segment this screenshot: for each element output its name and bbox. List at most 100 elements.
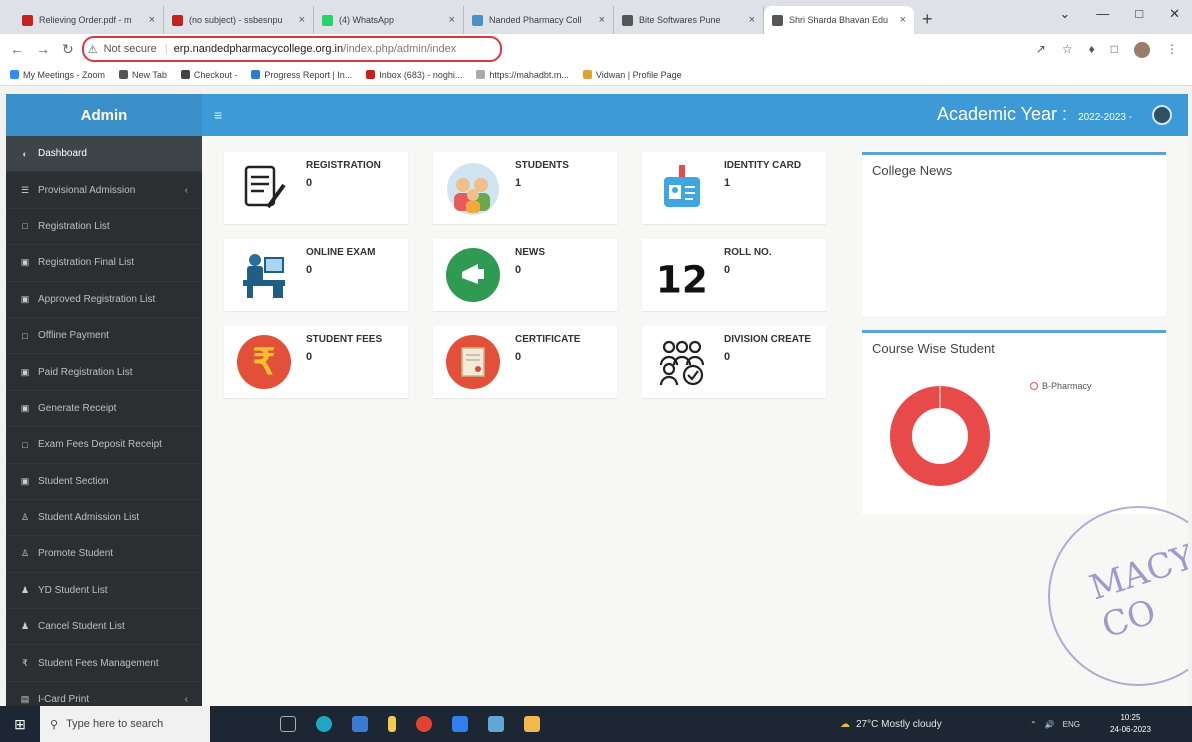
bookmark-favicon-icon (582, 70, 592, 79)
identity-card-icon (654, 160, 710, 216)
dashboard-tile[interactable]: 123 ROLL NO. 0 (642, 239, 826, 311)
tab-favicon-icon (322, 14, 333, 26)
bookmark-label: Progress Report | In... (264, 69, 353, 80)
browser-tab[interactable]: Nanded Pharmacy Coll × (464, 6, 614, 34)
menu-kebab-icon[interactable]: ⋮ (1166, 42, 1178, 58)
dashboard-tile[interactable]: NEWS 0 (433, 239, 617, 311)
user-avatar[interactable] (1152, 105, 1172, 125)
donut-slice[interactable] (890, 386, 990, 486)
dashboard-tile[interactable]: IDENTITY CARD 1 (642, 152, 826, 224)
tab-label: Nanded Pharmacy Coll (489, 15, 582, 25)
sidebar-item-icon: □ (22, 439, 28, 450)
sidebar-item[interactable]: ◐ Dashboard (6, 136, 202, 173)
edge-icon[interactable] (316, 716, 332, 732)
sidebar-item-icon: ♟ (20, 621, 30, 632)
bookmark-item[interactable]: Inbox (683) - noghi... (366, 70, 462, 80)
certificate-icon (445, 334, 501, 390)
close-window-button[interactable]: ✕ (1169, 6, 1180, 22)
volume-icon[interactable]: 🔊 (1045, 720, 1055, 729)
sidebar-item[interactable]: ▣ Paid Registration List (6, 354, 202, 391)
chevron-left-icon: ‹ (184, 694, 188, 706)
sidebar-item[interactable]: ▣ Generate Receipt (6, 391, 202, 428)
dashboard-tile[interactable]: ONLINE EXAM 0 (224, 239, 408, 311)
bookmark-item[interactable]: Progress Report | In... (251, 70, 352, 80)
share-icon[interactable]: ↗ (1036, 42, 1046, 58)
maximize-button[interactable]: □ (1135, 6, 1143, 22)
course-donut-chart (890, 386, 990, 486)
bookmark-item[interactable]: My Meetings - Zoom (10, 70, 105, 80)
tab-label: Bite Softwares Pune (639, 15, 721, 25)
reload-button[interactable]: ↻ (62, 41, 74, 58)
sidebar-item[interactable]: ♟ Cancel Student List (6, 609, 202, 646)
browser-tab[interactable]: Shri Sharda Bhavan Edu × (764, 6, 914, 34)
new-tab-button[interactable]: + (922, 9, 933, 30)
sidebar-item-label: YD Student List (38, 584, 108, 596)
language-indicator[interactable]: ENG (1063, 720, 1080, 729)
sidebar-item-label: Registration Final List (38, 257, 135, 269)
tile-title: ONLINE EXAM (306, 247, 376, 258)
file-explorer-icon[interactable] (524, 716, 540, 732)
profile-avatar[interactable] (1134, 42, 1150, 58)
bookmark-item[interactable]: New Tab (119, 70, 167, 80)
chrome-icon[interactable] (416, 716, 432, 732)
dashboard-tile[interactable]: REGISTRATION 0 (224, 152, 408, 224)
dashboard-tile[interactable]: STUDENTS 1 (433, 152, 617, 224)
extensions-icon[interactable]: ♦ (1089, 42, 1095, 58)
window-controls: ⌄ — □ ✕ (1059, 6, 1180, 22)
minimize-button[interactable]: — (1096, 6, 1109, 22)
sidebar-item[interactable]: ▣ Student Section (6, 464, 202, 500)
tab-close-icon[interactable]: × (896, 14, 906, 26)
tab-search-icon[interactable]: ⌄ (1059, 6, 1070, 22)
toolbar-actions: ↗ ☆ ♦ □ ⋮ (1036, 42, 1178, 58)
back-button[interactable]: ← (10, 41, 24, 57)
search-icon: ⚲ (50, 718, 59, 731)
sidebar-item-label: I-Card Print (38, 694, 90, 706)
bookmark-star-icon[interactable]: ☆ (1062, 42, 1073, 58)
app-icon[interactable] (388, 716, 396, 732)
bookmark-item[interactable]: https://mahadbt.m... (476, 70, 569, 80)
dashboard-tile[interactable]: CERTIFICATE 0 (433, 326, 617, 398)
sidebar-item[interactable]: ▤ I-Card Print ‹ (6, 682, 202, 706)
weather-widget[interactable]: ☁ 27°C Mostly cloudy (840, 706, 942, 742)
clock[interactable]: 10:25 24-06-2023 (1110, 712, 1151, 736)
browser-tab[interactable]: (no subject) - ssbesnpu × (164, 6, 314, 34)
tab-close-icon[interactable]: × (295, 14, 305, 26)
sidebar-item[interactable]: ☰ Provisional Admission ‹ (6, 172, 202, 209)
tray-chevron-icon[interactable]: ⌃ (1030, 720, 1037, 729)
brand-title[interactable]: Admin (6, 94, 202, 136)
windows-start-icon[interactable]: ⊞ (0, 706, 40, 742)
mail-icon[interactable] (452, 716, 468, 732)
sidebar-item[interactable]: □ Registration List (6, 209, 202, 246)
address-bar[interactable]: ⚠ Not secure | erp.nandedpharmacycollege… (81, 36, 508, 62)
sidebar-item[interactable]: □ Offline Payment (6, 318, 202, 355)
browser-tab[interactable]: (4) WhatsApp × (314, 6, 464, 34)
sidebar-item[interactable]: ▣ Registration Final List (6, 245, 202, 282)
bookmark-item[interactable]: Checkout - (180, 70, 237, 80)
sidepanel-icon[interactable]: □ (1111, 42, 1118, 58)
sidebar-item[interactable]: ₹ Student Fees Management (6, 645, 202, 682)
sidebar-item[interactable]: ♙ Student Admission List (6, 500, 202, 537)
taskbar-search[interactable]: ⚲ Type here to search (40, 706, 210, 742)
browser-tab[interactable]: Bite Softwares Pune × (614, 6, 764, 34)
network-app-icon[interactable] (488, 716, 504, 732)
bookmark-item[interactable]: Vidwan | Profile Page (582, 70, 682, 80)
tab-close-icon[interactable]: × (595, 14, 605, 26)
tab-close-icon[interactable]: × (445, 14, 455, 26)
tab-favicon-icon (772, 14, 783, 26)
chart-legend[interactable]: B-Pharmacy (1030, 381, 1092, 391)
store-icon[interactable] (352, 716, 368, 732)
sidebar: ◐ Dashboard ☰ Provisional Admission ‹ □ Regist… (6, 136, 202, 706)
tab-close-icon[interactable]: × (145, 14, 155, 26)
task-view-icon[interactable] (280, 716, 296, 732)
tab-close-icon[interactable]: × (745, 14, 755, 26)
academic-year-select[interactable]: 2022-2023 - (1078, 112, 1132, 123)
forward-button[interactable]: → (36, 41, 50, 57)
browser-tab[interactable]: Relieving Order.pdf - m × (14, 6, 164, 34)
hamburger-menu-icon[interactable]: ≡ (214, 107, 222, 123)
dashboard-tile[interactable]: DIVISION CREATE 0 (642, 326, 826, 398)
sidebar-item[interactable]: ♙ Promote Student (6, 536, 202, 573)
sidebar-item[interactable]: ♟ YD Student List (6, 573, 202, 610)
sidebar-item[interactable]: ▣ Approved Registration List (6, 282, 202, 318)
dashboard-tile[interactable]: ₹ STUDENT FEES 0 (224, 326, 408, 398)
sidebar-item[interactable]: □ Exam Fees Deposit Receipt (6, 427, 202, 464)
